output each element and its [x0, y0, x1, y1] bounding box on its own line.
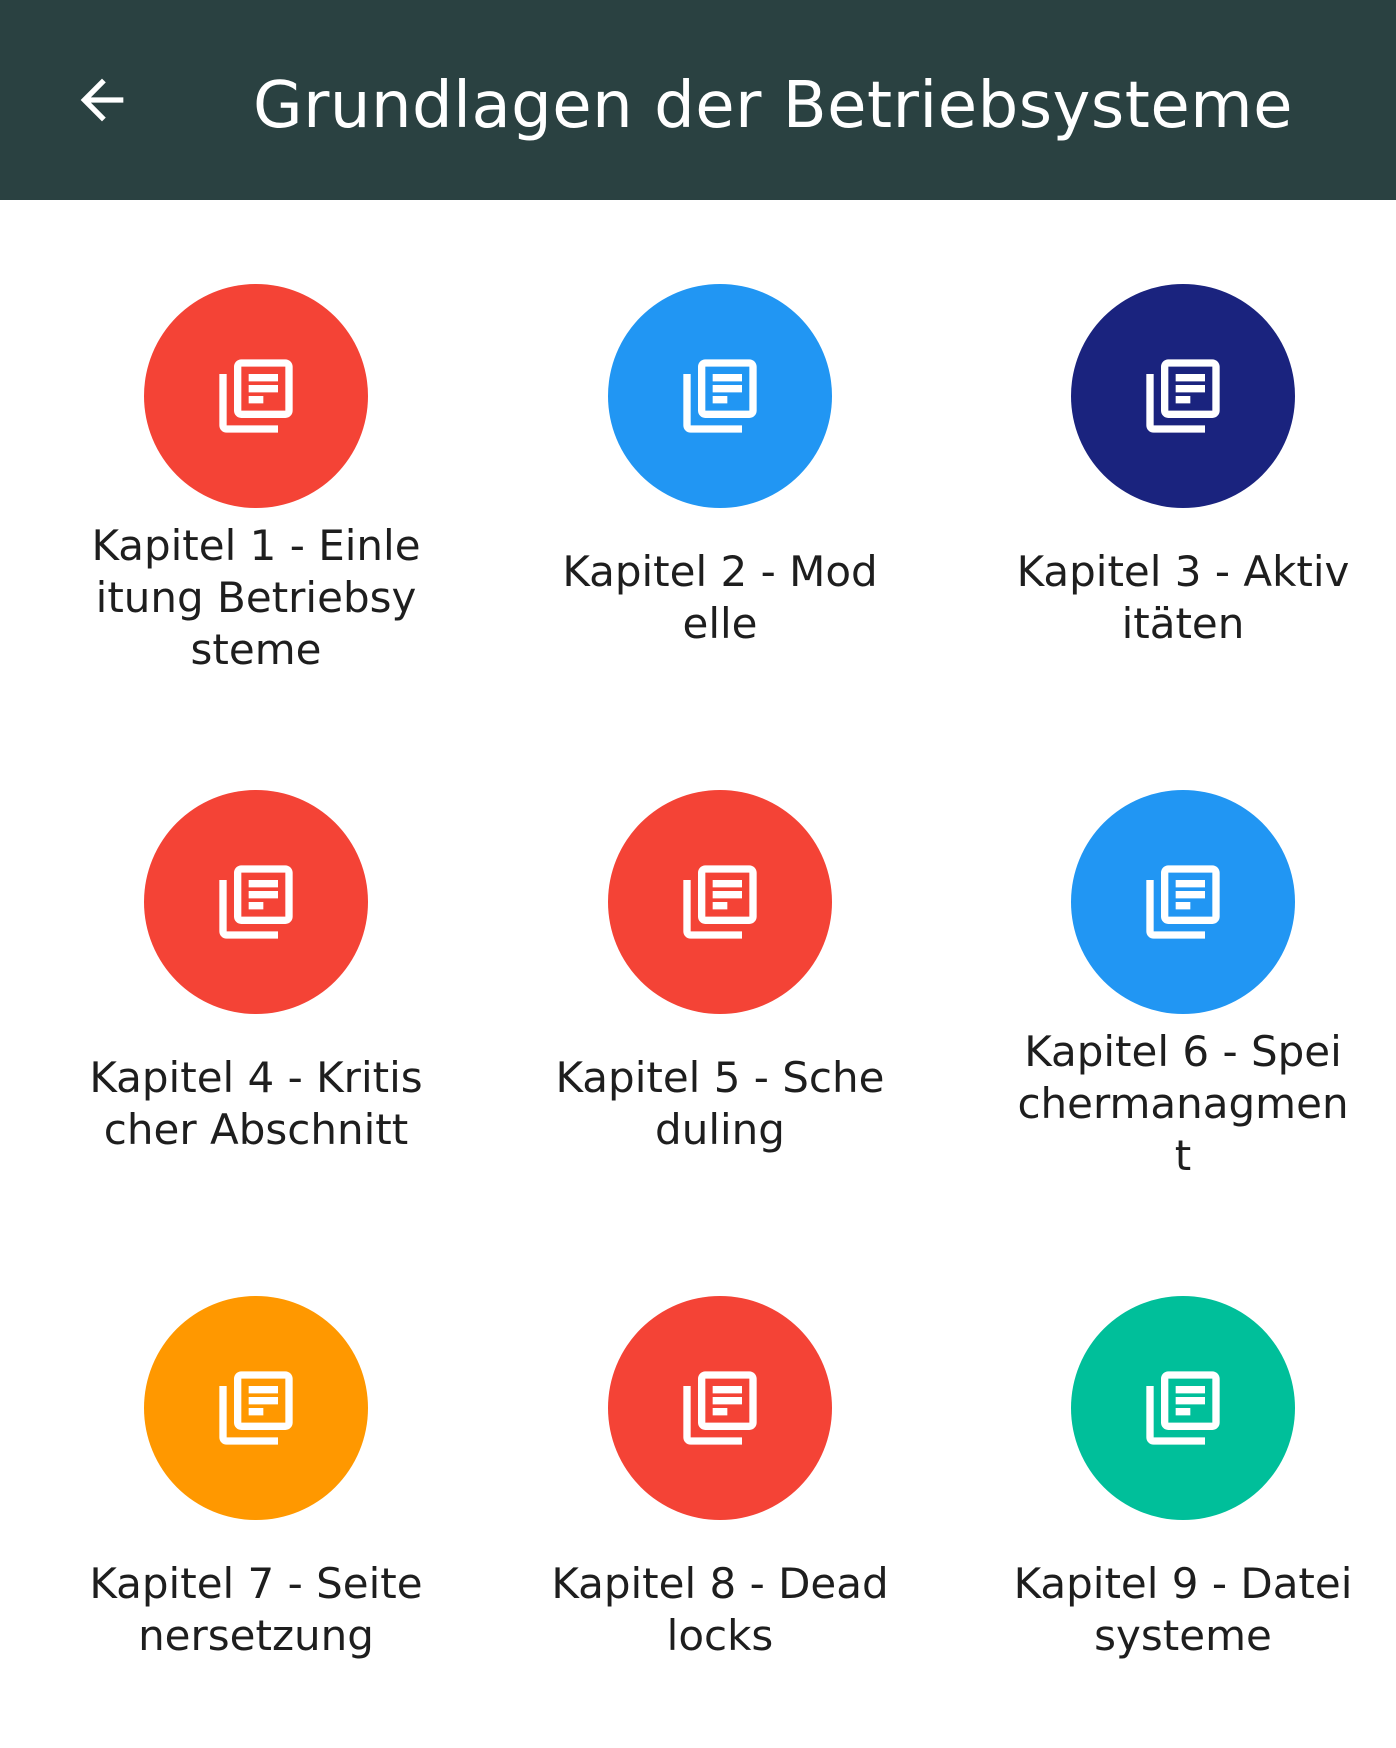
- chapter-label: Kapitel 1 - Einleitung Betriebsysteme: [91, 521, 421, 674]
- chapter-tile-4[interactable]: Kapitel 4 - Kritischer Abschnitt: [44, 706, 464, 1154]
- chapter-icon-circle: [144, 284, 368, 508]
- library-books-icon: [219, 865, 293, 939]
- library-books-icon: [1146, 865, 1220, 939]
- chapter-tile-6[interactable]: Kapitel 6 - Speichermanagment: [971, 706, 1391, 1180]
- library-books-icon: [219, 1371, 293, 1445]
- chapter-icon-circle: [608, 790, 832, 1014]
- chapter-label: Kapitel 3 - Aktivitäten: [1016, 547, 1350, 648]
- chapter-icon-circle: [1071, 1296, 1295, 1520]
- chapter-icon-circle: [1071, 790, 1295, 1014]
- library-books-icon: [1146, 1371, 1220, 1445]
- app-bar: Grundlagen der Betriebsysteme: [0, 0, 1396, 200]
- chapter-label: Kapitel 2 - Modelle: [562, 547, 878, 648]
- chapter-tile-3[interactable]: Kapitel 3 - Aktivitäten: [971, 200, 1391, 648]
- chapter-label: Kapitel 9 - Dateisysteme: [1013, 1559, 1353, 1660]
- chapter-label: Kapitel 7 - Seitenersetzung: [89, 1559, 423, 1660]
- chapter-tile-1[interactable]: Kapitel 1 - Einleitung Betriebsysteme: [44, 200, 464, 674]
- chapter-label: Kapitel 6 - Speichermanagment: [1017, 1027, 1349, 1180]
- library-books-icon: [1146, 359, 1220, 433]
- library-books-icon: [683, 865, 757, 939]
- arrow-left-icon: [80, 78, 124, 122]
- chapter-label: Kapitel 5 - Scheduling: [555, 1053, 885, 1154]
- library-books-icon: [683, 359, 757, 433]
- library-books-icon: [683, 1371, 757, 1445]
- chapter-tile-8[interactable]: Kapitel 8 - Deadlocks: [508, 1212, 928, 1660]
- chapter-label: Kapitel 8 - Deadlocks: [551, 1559, 889, 1660]
- app-screen: Grundlagen der Betriebsysteme Kapitel 1 …: [0, 0, 1396, 1748]
- chapter-icon-circle: [144, 790, 368, 1014]
- chapter-tile-2[interactable]: Kapitel 2 - Modelle: [508, 200, 928, 648]
- library-books-icon: [219, 359, 293, 433]
- chapter-icon-circle: [1071, 284, 1295, 508]
- back-button[interactable]: [58, 56, 146, 144]
- chapter-label: Kapitel 4 - Kritischer Abschnitt: [89, 1053, 423, 1154]
- chapter-icon-circle: [608, 1296, 832, 1520]
- chapter-icon-circle: [144, 1296, 368, 1520]
- chapter-tile-9[interactable]: Kapitel 9 - Dateisysteme: [971, 1212, 1391, 1660]
- page-title: Grundlagen der Betriebsysteme: [253, 69, 1293, 143]
- chapter-icon-circle: [608, 284, 832, 508]
- chapter-grid: Kapitel 1 - Einleitung Betriebsysteme Ka…: [0, 200, 1396, 1748]
- chapter-tile-5[interactable]: Kapitel 5 - Scheduling: [508, 706, 928, 1154]
- chapter-tile-7[interactable]: Kapitel 7 - Seitenersetzung: [44, 1212, 464, 1660]
